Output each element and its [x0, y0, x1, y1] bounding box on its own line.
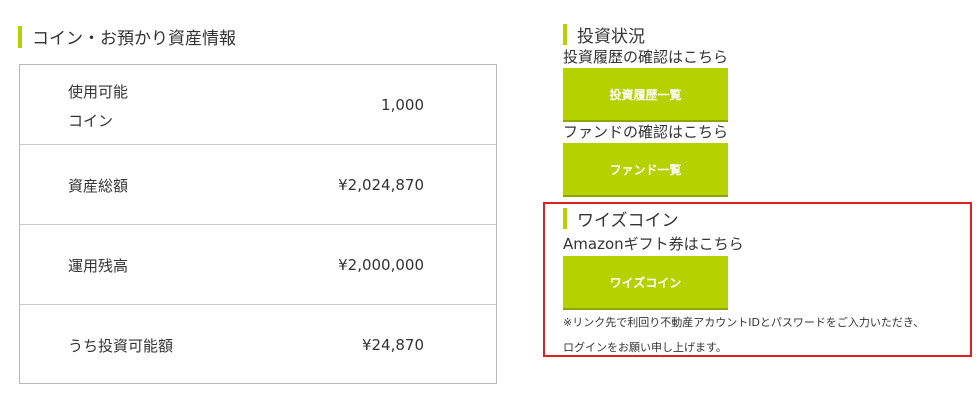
- wise-coin-section: ワイズコイン Amazonギフト券はこちら ワイズコイン ※リンク先で利回り不動…: [563, 206, 968, 360]
- investment-section: 投資状況 投資履歴の確認はこちら 投資履歴一覧 ファンドの確認はこちら ファンド…: [563, 22, 973, 195]
- wise-coin-button[interactable]: ワイズコイン: [563, 256, 728, 308]
- wise-coin-heading: ワイズコイン: [563, 206, 968, 231]
- asset-info-title: コイン・お預かり資産情報: [32, 29, 236, 49]
- amazon-caption: Amazonギフト券はこちら: [563, 235, 744, 253]
- fund-list-button[interactable]: ファンド一覧: [563, 143, 728, 195]
- row-value: 1,000: [381, 96, 424, 114]
- table-row: 使用可能 コイン 1,000: [20, 65, 496, 145]
- heading-accent-bar: [563, 208, 567, 229]
- asset-table: 使用可能 コイン 1,000 資産総額 ¥2,024,870 運用残高 ¥2,0…: [19, 64, 497, 384]
- history-caption: 投資履歴の確認はこちら: [563, 48, 729, 66]
- table-row: うち投資可能額 ¥24,870: [20, 305, 496, 385]
- table-row: 資産総額 ¥2,024,870: [20, 145, 496, 225]
- row-label: うち投資可能額: [68, 336, 174, 355]
- heading-accent-bar: [18, 25, 22, 48]
- login-note-line1: ※リンク先で利回り不動産アカウントIDとパスワードをご入力いただき、: [563, 316, 925, 329]
- investment-history-button[interactable]: 投資履歴一覧: [563, 68, 728, 120]
- wise-coin-title: ワイズコイン: [577, 211, 679, 231]
- login-note-line2: ログインをお願い申し上げます。: [563, 341, 727, 354]
- investment-title: 投資状況: [577, 27, 645, 47]
- row-value: ¥2,024,870: [338, 176, 424, 194]
- heading-accent-bar: [563, 24, 567, 45]
- fund-caption: ファンドの確認はこちら: [563, 123, 729, 141]
- row-label: 運用残高: [68, 256, 129, 275]
- row-label-line2: コイン: [68, 112, 114, 130]
- row-label-line1: 使用可能: [68, 83, 129, 101]
- investment-heading: 投資状況: [563, 22, 973, 47]
- row-label: 使用可能 コイン: [68, 78, 128, 136]
- row-label: 資産総額: [68, 176, 129, 195]
- row-value: ¥2,000,000: [338, 256, 424, 274]
- table-row: 運用残高 ¥2,000,000: [20, 225, 496, 305]
- asset-info-heading: コイン・お預かり資産情報: [18, 24, 236, 49]
- row-value: ¥24,870: [361, 336, 424, 354]
